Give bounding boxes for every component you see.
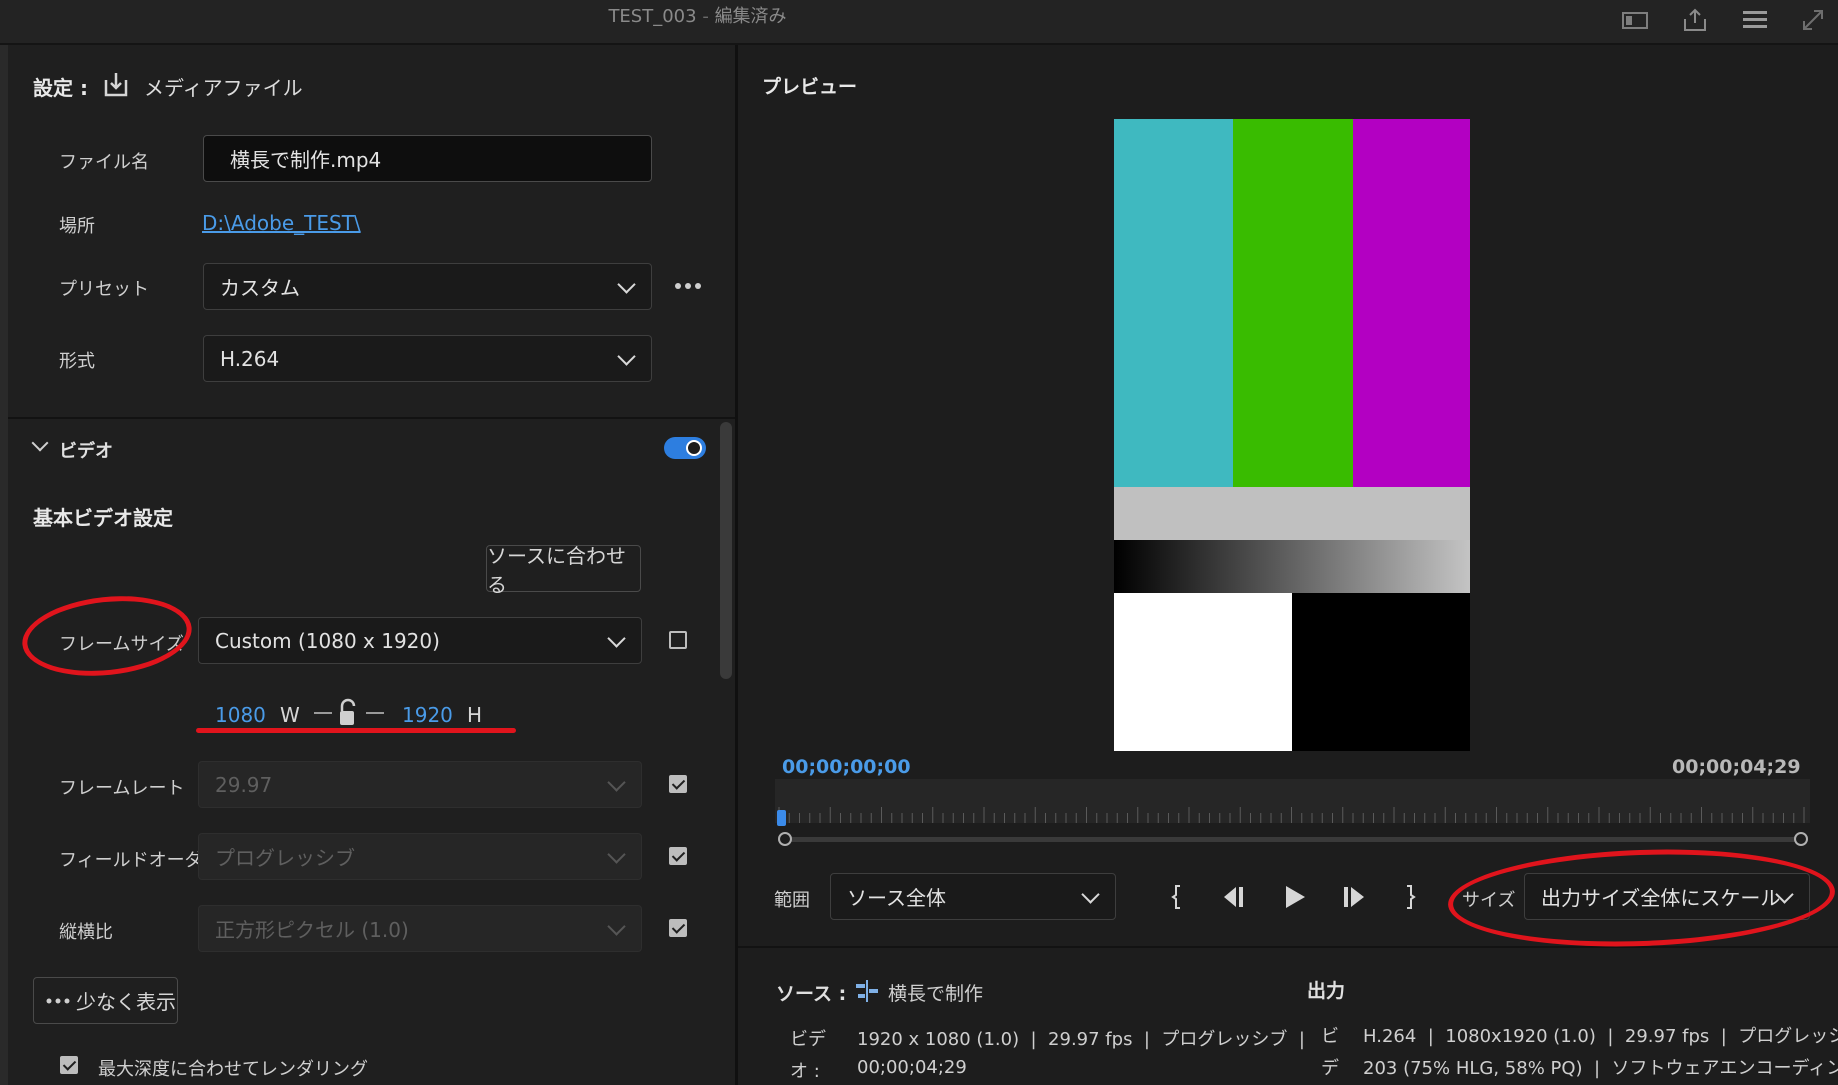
expand-icon[interactable] xyxy=(1798,6,1828,34)
video-section-label[interactable]: ビデオ xyxy=(59,437,113,463)
field-order-value: プログレッシブ xyxy=(215,846,355,870)
left-edge xyxy=(0,45,8,1085)
source-label: ソース : xyxy=(776,983,847,1005)
settings-scrollbar[interactable] xyxy=(720,422,732,679)
location-label: 場所 xyxy=(59,216,95,237)
gray-bar xyxy=(1114,487,1470,540)
settings-title: 設定 : xyxy=(33,76,88,100)
output-label: 出力 xyxy=(1307,980,1346,1002)
timeline-ticks xyxy=(778,807,1805,823)
share-icon[interactable] xyxy=(1680,6,1710,34)
black-block xyxy=(1292,593,1470,751)
format-select-value: H.264 xyxy=(220,346,280,371)
preview-title: プレビュー xyxy=(762,76,858,98)
preset-select[interactable]: カスタム xyxy=(203,263,652,310)
max-depth-label: 最大深度に合わせてレンダリング xyxy=(98,1059,368,1080)
mark-in-icon[interactable] xyxy=(1167,883,1187,911)
title-bar: TEST_003 - 編集済み xyxy=(0,0,1838,45)
timecode-start[interactable]: 00;00;00;00 xyxy=(782,756,911,778)
source-video-spec: 1920 x 1080 (1.0) | 29.97 fps | プログレッシブ … xyxy=(857,1029,1305,1050)
frame-rate-label: フレームレート xyxy=(59,778,185,799)
output-line-1: H.264 | 1080x1920 (1.0) | 29.97 fps | プロ… xyxy=(1363,1026,1838,1047)
filename-input[interactable]: 横長で制作.mp4 xyxy=(203,135,652,182)
output-video-label-1: ビ xyxy=(1321,1026,1339,1047)
frame-size-select[interactable]: Custom (1080 x 1920) xyxy=(198,617,642,664)
output-video-label-2: デ xyxy=(1321,1058,1339,1079)
chevron-down-icon xyxy=(617,346,636,366)
aspect-checkbox[interactable] xyxy=(669,919,687,937)
field-order-select[interactable]: プログレッシブ xyxy=(198,833,642,880)
chevron-down-icon xyxy=(1081,884,1100,904)
width-unit: W xyxy=(280,703,300,727)
show-less-button[interactable]: 少なく表示 xyxy=(33,977,178,1024)
basic-video-header: 基本ビデオ設定 xyxy=(33,506,173,530)
chevron-down-icon xyxy=(607,628,626,648)
color-bar-magenta xyxy=(1353,119,1470,487)
white-block xyxy=(1114,593,1292,751)
height-unit: H xyxy=(467,703,483,727)
source-duration: 00;00;04;29 xyxy=(857,1057,967,1078)
color-bar-green xyxy=(1233,119,1353,487)
chevron-down-icon xyxy=(607,772,626,792)
sequence-icon xyxy=(856,980,878,1002)
annotation-underline-dimensions xyxy=(196,728,516,733)
section-divider xyxy=(8,417,735,419)
preset-label: プリセット xyxy=(59,279,149,300)
height-value[interactable]: 1920 xyxy=(402,703,453,727)
more-icon[interactable] xyxy=(674,280,702,292)
match-source-button[interactable]: ソースに合わせる xyxy=(486,544,641,597)
format-label: 形式 xyxy=(59,351,95,372)
filename-label: ファイル名 xyxy=(59,152,149,173)
gradient-bar xyxy=(1114,540,1470,593)
source-name: 横長で制作 xyxy=(888,983,984,1005)
range-select[interactable]: ソース全体 xyxy=(830,873,1116,920)
field-order-label: フィールドオーダー xyxy=(59,850,221,871)
aspect-label: 縦横比 xyxy=(59,922,113,943)
aspect-value: 正方形ピクセル (1.0) xyxy=(215,918,409,942)
frame-rate-checkbox[interactable] xyxy=(669,775,687,793)
frame-size-value: Custom (1080 x 1920) xyxy=(215,628,440,653)
source-video-label-2: オ : xyxy=(790,1061,820,1082)
frame-rate-value: 29.97 xyxy=(215,772,273,797)
step-back-icon[interactable] xyxy=(1220,883,1248,911)
frame-size-checkbox[interactable] xyxy=(669,631,687,649)
preview-frame xyxy=(1114,119,1470,751)
panel-icon[interactable] xyxy=(1620,6,1650,34)
timeline-ruler[interactable] xyxy=(775,779,1810,823)
mark-out-icon[interactable] xyxy=(1400,883,1420,911)
chevron-down-icon xyxy=(607,916,626,936)
preset-select-value: カスタム xyxy=(220,276,300,300)
toggle-knob xyxy=(686,440,702,456)
step-forward-icon[interactable] xyxy=(1340,883,1368,911)
more-icon xyxy=(46,998,70,1003)
location-link[interactable]: D:\Adobe_TEST\ xyxy=(202,211,361,235)
play-icon[interactable] xyxy=(1282,883,1308,911)
info-divider xyxy=(738,946,1838,948)
chevron-down-icon xyxy=(607,844,626,864)
export-target-label: メディアファイル xyxy=(144,76,303,100)
in-point-handle[interactable] xyxy=(778,832,792,846)
frame-rate-select[interactable]: 29.97 xyxy=(198,761,642,808)
out-point-handle[interactable] xyxy=(1794,832,1808,846)
width-value[interactable]: 1080 xyxy=(215,703,266,727)
playhead[interactable] xyxy=(777,810,786,826)
field-order-checkbox[interactable] xyxy=(669,847,687,865)
video-toggle[interactable] xyxy=(664,437,706,459)
range-label: 範囲 xyxy=(774,890,810,911)
chevron-down-icon xyxy=(617,274,636,294)
source-video-label-1: ビデ xyxy=(790,1029,826,1050)
aspect-select[interactable]: 正方形ピクセル (1.0) xyxy=(198,905,642,952)
menu-icon[interactable] xyxy=(1740,6,1770,34)
export-file-icon xyxy=(104,73,128,97)
range-value: ソース全体 xyxy=(847,886,946,910)
lock-open-icon[interactable] xyxy=(314,698,386,730)
show-less-label: 少なく表示 xyxy=(76,990,176,1014)
max-depth-checkbox[interactable] xyxy=(60,1056,78,1074)
work-area-bar[interactable] xyxy=(785,837,1801,842)
output-line-2: 203 (75% HLG, 58% PQ) | ソフトウェアエンコーディング xyxy=(1363,1058,1838,1079)
color-bar-cyan xyxy=(1114,119,1233,487)
format-select[interactable]: H.264 xyxy=(203,335,652,382)
window-title: TEST_003 - 編集済み xyxy=(608,6,787,27)
timecode-end: 00;00;04;29 xyxy=(1672,756,1801,778)
